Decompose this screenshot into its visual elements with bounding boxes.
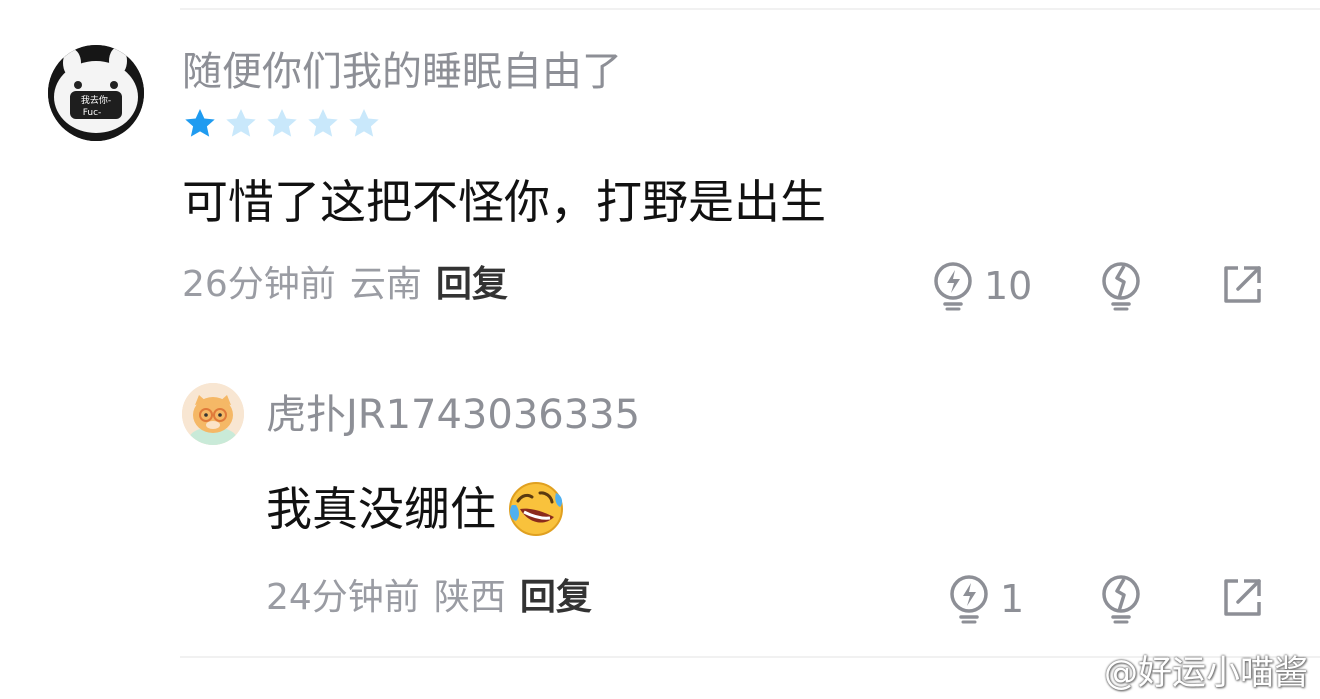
laughing-crying-emoji-icon: [509, 482, 563, 536]
like-count: 10: [984, 264, 1033, 308]
reply-dislike-button[interactable]: [1098, 574, 1144, 624]
reply-avatar[interactable]: [182, 383, 244, 445]
star-icon-empty: [267, 109, 297, 137]
reply-share-button[interactable]: [1220, 576, 1264, 620]
star-icon-empty: [226, 109, 256, 137]
reply-button[interactable]: 回复: [436, 264, 508, 305]
cracked-bulb-icon: [1102, 262, 1140, 311]
reply-text-row: 我真没绷住: [266, 479, 566, 539]
username[interactable]: 随便你们我的睡眠自由了: [182, 48, 622, 96]
weibo-logo-icon: [1060, 658, 1099, 689]
watermark: @好运小喵酱: [1060, 653, 1308, 693]
star-icon-filled: [185, 109, 215, 137]
lightning-bulb-icon: [934, 262, 972, 311]
comment-text: 可惜了这把不怪你，打野是出生: [182, 175, 826, 229]
star-icon-empty: [308, 109, 338, 137]
like-button[interactable]: 10: [930, 261, 1032, 311]
reply-username[interactable]: 虎扑JR1743036335: [266, 391, 640, 439]
share-arrow-icon: [1224, 579, 1261, 616]
comment-meta: 26分钟前 云南 回复: [182, 263, 508, 307]
cracked-bulb-icon: [1102, 575, 1140, 624]
avatar-text-1: 我去你-: [81, 94, 111, 106]
dislike-button[interactable]: [1098, 261, 1144, 311]
reply-time: 24分钟前: [266, 577, 420, 618]
reply-like-button[interactable]: 1: [946, 574, 1024, 624]
avatar[interactable]: 我去你- Fuc-: [48, 45, 144, 141]
comment-location: 云南: [349, 264, 422, 305]
star-icon-empty: [349, 109, 379, 137]
reply-text: 我真没绷住: [266, 482, 496, 536]
share-button[interactable]: [1220, 263, 1264, 307]
reply-meta: 24分钟前 陕西 回复: [266, 576, 592, 620]
rating-stars: [182, 106, 382, 142]
reply-reply-button[interactable]: 回复: [520, 577, 592, 618]
reply-location: 陕西: [433, 577, 506, 618]
top-divider: [180, 8, 1320, 10]
share-arrow-icon: [1224, 266, 1261, 303]
reply-like-count: 1: [1000, 577, 1025, 621]
lightning-bulb-icon: [950, 575, 988, 624]
comment-time: 26分钟前: [182, 264, 336, 305]
avatar-text-2: Fuc-: [83, 108, 102, 118]
watermark-text: @好运小喵酱: [1104, 653, 1308, 693]
